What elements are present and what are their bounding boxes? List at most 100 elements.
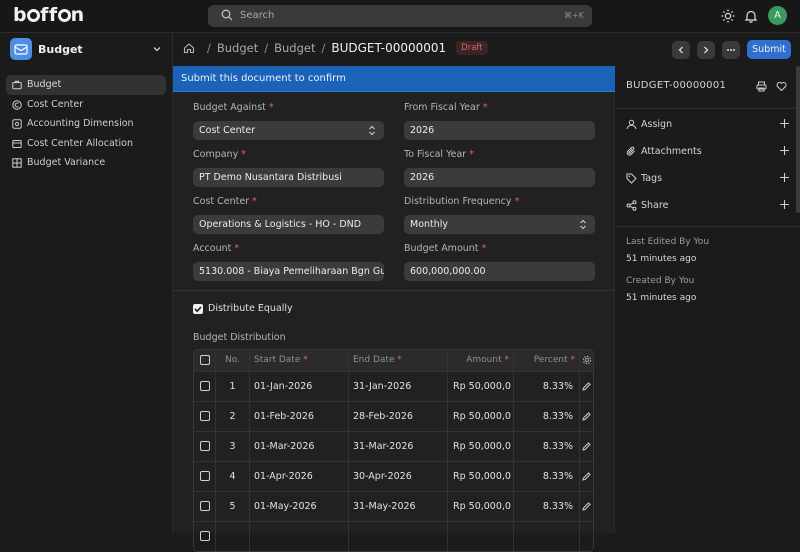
select-all-checkbox[interactable] [200, 355, 210, 365]
end-date-cell[interactable]: 31-Mar-2026 [349, 432, 448, 461]
budget-workspace-icon [10, 38, 32, 60]
amount-cell[interactable]: Rp 50,000,0 [448, 372, 514, 401]
end-date-cell[interactable]: 30-Apr-2026 [349, 462, 448, 491]
sidebar-item-accounting-dimension[interactable]: Accounting Dimension [6, 114, 166, 134]
percent-cell[interactable]: 8.33% [514, 402, 580, 431]
breadcrumb-separator: / [207, 41, 211, 55]
edit-pencil-icon[interactable] [582, 412, 591, 421]
heart-icon[interactable] [776, 81, 787, 92]
breadcrumb-budget-list[interactable]: Budget [274, 41, 315, 55]
submit-banner: Submit this document to confirm [173, 66, 615, 92]
avatar[interactable]: A [768, 6, 787, 25]
budget-amount-input[interactable]: 600,000,000.00 [404, 262, 595, 281]
distribution-frequency-select[interactable]: Monthly [404, 215, 595, 234]
row-number: 4 [216, 462, 250, 491]
column-header-start-date[interactable]: Start Date * [250, 350, 349, 371]
row-checkbox[interactable] [200, 501, 210, 511]
amount-cell[interactable]: Rp 50,000,0 [448, 432, 514, 461]
tags-action[interactable]: Tags [626, 171, 790, 187]
document-form: Submit this document to confirm Budget A… [173, 66, 615, 552]
edit-pencil-icon[interactable] [582, 442, 591, 451]
plus-icon[interactable] [779, 118, 790, 129]
from-fiscal-year-input[interactable]: 2026 [404, 121, 595, 140]
search-icon [221, 9, 233, 21]
column-header-end-date[interactable]: End Date * [349, 350, 448, 371]
search-bar[interactable]: Search ⌘+K [208, 5, 592, 27]
tags-label: Tags [641, 173, 663, 184]
table-row[interactable]: 1 01-Jan-2026 31-Jan-2026 Rp 50,000,0 8.… [194, 371, 593, 401]
table-row[interactable]: 4 01-Apr-2026 30-Apr-2026 Rp 50,000,0 8.… [194, 461, 593, 491]
field-value: PT Demo Nusantara Distribusi [199, 172, 342, 183]
start-date-cell[interactable]: 01-Mar-2026 [250, 432, 349, 461]
sidebar-item-label: Budget Variance [27, 157, 106, 168]
workspace-switcher[interactable]: Budget [10, 38, 166, 62]
table-row-partial[interactable] [194, 521, 593, 551]
percent-cell[interactable]: 8.33% [514, 372, 580, 401]
submit-button[interactable]: Submit [747, 40, 791, 59]
account-input[interactable]: 5130.008 - Biaya Pemeliharaan Bgn Gu [193, 262, 384, 281]
sidebar-item-label: Budget [27, 79, 62, 90]
sidebar-item-budget-variance[interactable]: Budget Variance [6, 153, 166, 173]
to-fiscal-year-input[interactable]: 2026 [404, 168, 595, 187]
last-edited-value: 51 minutes ago [626, 254, 697, 264]
sidebar-item-budget[interactable]: Budget [6, 75, 166, 95]
sidebar-item-cost-center[interactable]: Cost Center [6, 95, 166, 115]
settings-gear-icon[interactable] [582, 355, 592, 365]
edit-pencil-icon[interactable] [582, 472, 591, 481]
share-action[interactable]: Share [626, 198, 790, 214]
table-row[interactable]: 3 01-Mar-2026 31-Mar-2026 Rp 50,000,0 8.… [194, 431, 593, 461]
row-checkbox[interactable] [200, 471, 210, 481]
distribute-equally-checkbox[interactable] [193, 304, 203, 314]
account-field: Account * 5130.008 - Biaya Pemeliharaan … [193, 243, 384, 281]
sun-icon[interactable] [721, 9, 735, 23]
percent-cell[interactable]: 8.33% [514, 492, 580, 521]
more-actions-button[interactable] [722, 41, 740, 59]
table-row[interactable]: 5 01-May-2026 31-May-2026 Rp 50,000,0 8.… [194, 491, 593, 521]
breadcrumb-budget-module[interactable]: Budget [217, 41, 258, 55]
column-header-percent[interactable]: Percent * [514, 350, 580, 371]
bell-icon[interactable] [744, 9, 758, 23]
start-date-cell[interactable]: 01-Apr-2026 [250, 462, 349, 491]
row-checkbox[interactable] [200, 381, 210, 391]
plus-icon[interactable] [779, 172, 790, 183]
next-button[interactable] [697, 41, 715, 59]
end-date-cell[interactable]: 31-May-2026 [349, 492, 448, 521]
end-date-cell[interactable]: 31-Jan-2026 [349, 372, 448, 401]
amount-cell[interactable]: Rp 50,000,0 [448, 492, 514, 521]
row-number: 5 [216, 492, 250, 521]
sidebar-item-cost-center-allocation[interactable]: Cost Center Allocation [6, 134, 166, 154]
budget-against-select[interactable]: Cost Center [193, 121, 384, 140]
table-row[interactable]: 2 01-Feb-2026 28-Feb-2026 Rp 50,000,0 8.… [194, 401, 593, 431]
workspace-name: Budget [38, 43, 83, 56]
budget-against-field: Budget Against * Cost Center [193, 102, 384, 140]
amount-cell[interactable]: Rp 50,000,0 [448, 402, 514, 431]
cost-center-input[interactable]: Operations & Logistics - HO - DND [193, 215, 384, 234]
plus-icon[interactable] [779, 199, 790, 210]
edit-pencil-icon[interactable] [582, 382, 591, 391]
field-label: From Fiscal Year [404, 102, 480, 113]
column-header-amount[interactable]: Amount * [448, 350, 514, 371]
start-date-cell[interactable]: 01-Feb-2026 [250, 402, 349, 431]
row-checkbox[interactable] [200, 411, 210, 421]
start-date-cell[interactable]: 01-Jan-2026 [250, 372, 349, 401]
section-divider [173, 290, 615, 291]
edit-pencil-icon[interactable] [582, 502, 591, 511]
amount-cell[interactable]: Rp 50,000,0 [448, 462, 514, 491]
scrollbar[interactable] [796, 66, 800, 213]
plus-icon[interactable] [779, 145, 790, 156]
row-checkbox[interactable] [200, 441, 210, 451]
created-value: 51 minutes ago [626, 293, 697, 303]
end-date-cell[interactable]: 28-Feb-2026 [349, 402, 448, 431]
print-icon[interactable] [756, 81, 767, 92]
paperclip-icon [626, 146, 635, 156]
percent-cell[interactable]: 8.33% [514, 462, 580, 491]
attachments-action[interactable]: Attachments [626, 144, 790, 160]
app-logo[interactable]: b ff n [13, 4, 85, 26]
company-input[interactable]: PT Demo Nusantara Distribusi [193, 168, 384, 187]
field-label: Distribution Frequency [404, 196, 512, 207]
previous-button[interactable] [672, 41, 690, 59]
assign-action[interactable]: Assign [626, 117, 790, 133]
home-icon[interactable] [183, 42, 195, 54]
start-date-cell[interactable]: 01-May-2026 [250, 492, 349, 521]
percent-cell[interactable]: 8.33% [514, 432, 580, 461]
